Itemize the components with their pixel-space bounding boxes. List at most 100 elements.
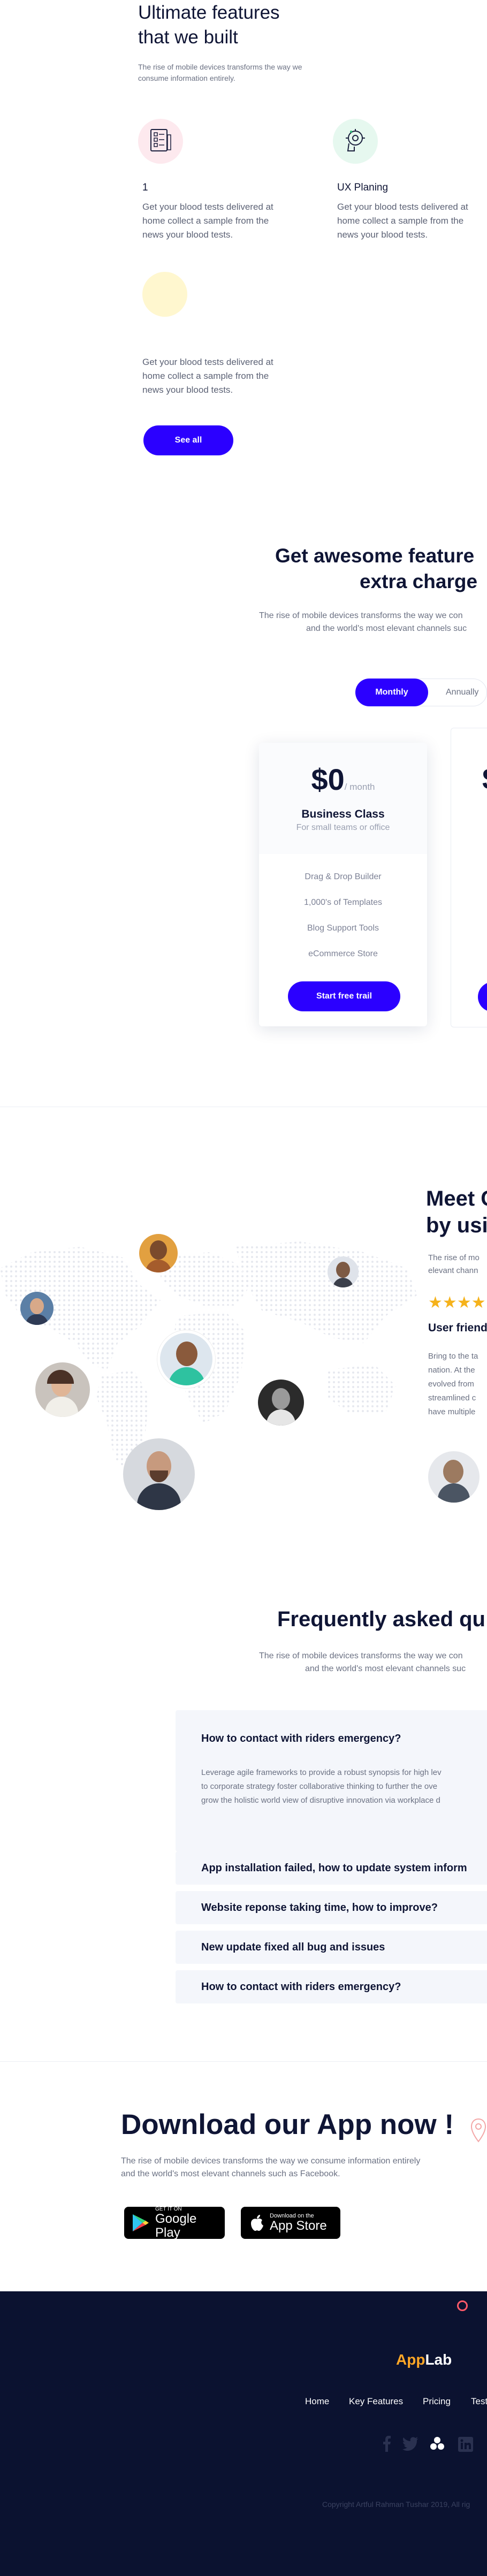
review-title: User friend <box>428 1322 487 1334</box>
billing-toggle: Monthly Annually <box>355 679 487 706</box>
faq-question: How to contact with riders emergency? <box>201 1733 401 1744</box>
google-play-icon <box>132 2213 150 2232</box>
pricing-card-next: $ <box>451 728 487 1027</box>
feature-desc-line1: Get your blood tests delivered at <box>337 202 468 212</box>
faq-item[interactable]: New update fixed all bug and issues <box>176 1931 487 1964</box>
avatar <box>123 1438 195 1510</box>
dribbble-icon[interactable] <box>429 2436 445 2452</box>
copyright: Copyright Artful Rahman Tushar 2019, All… <box>322 2500 470 2509</box>
plan-feature: eCommerce Store <box>308 949 378 958</box>
avatar <box>35 1362 90 1417</box>
feature-desc-line3: news your blood tests. <box>142 230 233 240</box>
app-store-button[interactable]: Download on the App Store <box>241 2207 340 2239</box>
avatar <box>157 1330 215 1388</box>
brain-gear-icon <box>333 119 378 164</box>
review-line: streamlined c <box>428 1393 476 1403</box>
twitter-icon[interactable] <box>402 2437 418 2451</box>
apple-icon <box>249 2214 264 2232</box>
location-pin-icon <box>470 2118 487 2147</box>
toggle-monthly[interactable]: Monthly <box>355 679 428 706</box>
pricing-title-line1: Get awesome feature <box>275 545 475 567</box>
rating-stars: ★★★★ <box>428 1295 486 1311</box>
feature-desc-line1: Get your blood tests delivered at <box>142 357 273 367</box>
testimonials-subtitle-line1: The rise of mo <box>428 1253 480 1262</box>
app-store-big: App Store <box>270 2219 327 2233</box>
plan-price: $0 <box>311 763 345 796</box>
feature-card-3: Get your blood tests delivered at home c… <box>138 272 299 411</box>
pricing-card-header: $0/ month Business Class For small teams… <box>259 743 427 854</box>
faq-item[interactable]: App installation failed, how to update s… <box>176 1851 487 1885</box>
google-play-button[interactable]: GET IT ON Google Play <box>124 2206 225 2240</box>
footer-logo[interactable]: AppLab <box>396 2351 452 2368</box>
review-line: nation. At the <box>428 1366 475 1375</box>
feature-desc-line2: home collect a sample from the <box>337 216 464 226</box>
feature-desc-line2: home collect a sample from the <box>142 371 269 381</box>
features-subtitle-line1: The rise of mobile devices transforms th… <box>138 63 302 71</box>
download-subtitle-line2: and the world's most elevant channels su… <box>121 2169 340 2178</box>
feature-desc-line3: news your blood tests. <box>142 385 233 395</box>
section-divider <box>0 2061 487 2062</box>
toggle-annually[interactable]: Annually <box>446 688 478 697</box>
footer: AppLab Home Key Features Pricing Test Co… <box>0 2291 487 2576</box>
faq-question: App installation failed, how to update s… <box>201 1862 467 1874</box>
faq-question: Website reponse taking time, how to impr… <box>201 1902 438 1914</box>
google-play-big: Google Play <box>155 2211 197 2240</box>
footer-nav-key-features[interactable]: Key Features <box>349 2396 403 2407</box>
star-icon: ★ <box>428 1294 443 1312</box>
placeholder-icon <box>142 272 187 317</box>
faq-answer-line: grow the holistic world view of disrupti… <box>201 1796 440 1805</box>
testimonials-title-line2: by usi <box>426 1214 487 1237</box>
faq-title: Frequently asked qu <box>277 1607 485 1631</box>
faq-item[interactable]: Website reponse taking time, how to impr… <box>176 1891 487 1924</box>
download-title: Download our App now ! <box>121 2109 454 2140</box>
avatar <box>428 1451 480 1503</box>
footer-nav-pricing[interactable]: Pricing <box>423 2396 451 2407</box>
feature-desc-line3: news your blood tests. <box>337 230 428 240</box>
star-icon: ★ <box>442 1294 457 1312</box>
footer-nav-test[interactable]: Test <box>471 2396 487 2407</box>
avatar <box>328 1256 359 1287</box>
logo-app: App <box>396 2351 425 2368</box>
faq-question: New update fixed all bug and issues <box>201 1941 385 1953</box>
avatar <box>20 1292 54 1325</box>
pricing-card: $0/ month Business Class For small teams… <box>259 743 427 1026</box>
see-all-button[interactable]: See all <box>143 425 233 455</box>
pricing-subtitle-line1: The rise of mobile devices transforms th… <box>259 611 463 620</box>
pricing-title-line2: extra charge <box>360 570 478 592</box>
logo-lab: Lab <box>425 2351 452 2368</box>
avatar <box>139 1234 178 1272</box>
avatar <box>258 1380 304 1426</box>
faq-question: How to contact with riders emergency? <box>201 1981 401 1993</box>
feature-title: UX Planing <box>337 182 389 193</box>
feature-card-1: 1 Get your blood tests delivered at home… <box>138 119 299 263</box>
faq-subtitle-line2: and the world's most elevant channels su… <box>305 1664 466 1673</box>
google-play-small: GET IT ON <box>155 2206 182 2212</box>
start-free-trial-button[interactable]: Start free trail <box>288 981 400 1011</box>
next-plan-button[interactable] <box>478 982 487 1012</box>
faq-subtitle-line1: The rise of mobile devices transforms th… <box>259 1651 463 1660</box>
review-line: evolved from <box>428 1380 474 1389</box>
feature-desc-line1: Get your blood tests delivered at <box>142 202 273 212</box>
plan-period: / month <box>344 782 375 792</box>
download-subtitle-line1: The rise of mobile devices transforms th… <box>121 2156 421 2166</box>
star-icon: ★ <box>456 1294 471 1312</box>
faq-item-open[interactable]: How to contact with riders emergency? Le… <box>176 1710 487 1851</box>
faq-item[interactable]: How to contact with riders emergency? <box>176 1970 487 2003</box>
pricing-subtitle-line2: and the world's most elevant channels su… <box>306 624 467 633</box>
checklist-icon <box>138 119 183 164</box>
plan-feature: 1,000's of Templates <box>304 898 382 907</box>
plan-feature: Blog Support Tools <box>307 924 379 933</box>
features-title-line1: Ultimate features <box>138 2 280 23</box>
features-title-line2: that we built <box>138 27 238 48</box>
linkedin-icon[interactable] <box>458 2437 473 2452</box>
plan-desc: For small teams or office <box>296 823 390 832</box>
star-icon: ★ <box>471 1294 486 1312</box>
review-line: have multiple <box>428 1407 476 1416</box>
facebook-icon[interactable] <box>383 2436 392 2452</box>
feature-desc-line2: home collect a sample from the <box>142 216 269 226</box>
back-to-top-icon[interactable] <box>457 2300 468 2311</box>
footer-nav-home[interactable]: Home <box>305 2396 329 2407</box>
faq-answer-line: to corporate strategy foster collaborati… <box>201 1782 438 1791</box>
feature-title: 1 <box>142 182 148 193</box>
faq-answer-line: Leverage agile frameworks to provide a r… <box>201 1768 442 1777</box>
